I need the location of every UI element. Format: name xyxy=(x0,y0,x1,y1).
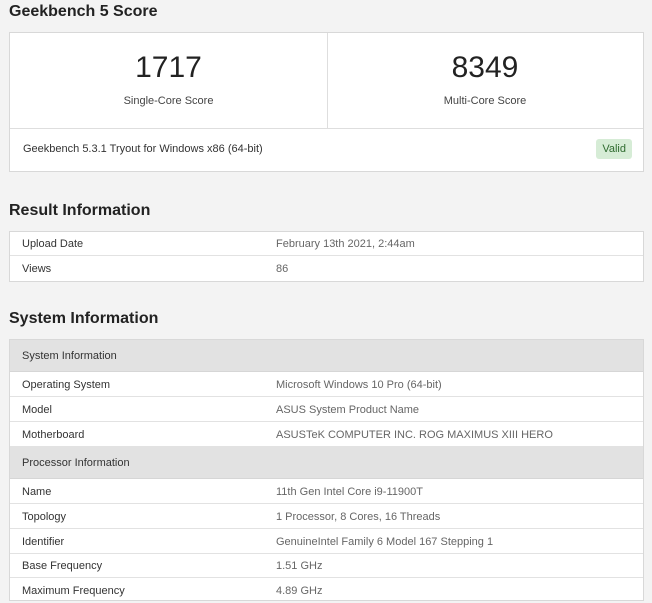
section-header-processor: Processor Information xyxy=(10,447,643,479)
row-value: 1 Processor, 8 Cores, 16 Threads xyxy=(276,511,441,523)
result-heading: Result Information xyxy=(9,202,151,219)
row-value: 11th Gen Intel Core i9-11900T xyxy=(276,486,423,498)
row-key: Maximum Frequency xyxy=(22,585,125,597)
row-key: Model xyxy=(22,404,52,416)
table-row: Name 11th Gen Intel Core i9-11900T xyxy=(10,480,643,504)
multi-core-cell: 8349 Multi-Core Score xyxy=(327,33,643,128)
table-row: Views 86 xyxy=(10,257,643,281)
system-table: System Information Operating System Micr… xyxy=(9,339,644,601)
row-value: GenuineIntel Family 6 Model 167 Stepping… xyxy=(276,536,494,548)
single-core-score: 1717 xyxy=(135,51,202,84)
row-value: ASUSTeK COMPUTER INC. ROG MAXIMUS XIII H… xyxy=(276,429,553,441)
multi-core-score: 8349 xyxy=(451,51,519,84)
valid-badge: Valid xyxy=(596,139,632,159)
table-row: Identifier GenuineIntel Family 6 Model 1… xyxy=(10,530,643,554)
table-row: Motherboard ASUSTeK COMPUTER INC. ROG MA… xyxy=(10,423,643,447)
table-row: Base Frequency 1.51 GHz xyxy=(10,554,643,578)
row-key: Base Frequency xyxy=(22,560,103,572)
row-value: ASUS System Product Name xyxy=(276,404,420,416)
score-row: 1717 Single-Core Score 8349 Multi-Core S… xyxy=(10,33,643,129)
section-title: Processor Information xyxy=(22,457,130,469)
table-row: Topology 1 Processor, 8 Cores, 16 Thread… xyxy=(10,505,643,529)
row-key: Views xyxy=(22,263,52,275)
system-heading: System Information xyxy=(9,310,159,327)
single-core-cell: 1717 Single-Core Score xyxy=(10,33,328,128)
table-row: Model ASUS System Product Name xyxy=(10,398,643,422)
table-row: Operating System Microsoft Windows 10 Pr… xyxy=(10,373,643,397)
section-title: System Information xyxy=(22,350,117,362)
table-row: Maximum Frequency 4.89 GHz xyxy=(10,579,643,603)
single-core-label: Single-Core Score xyxy=(123,95,214,107)
row-key: Topology xyxy=(22,511,67,523)
row-value: 1.51 GHz xyxy=(276,560,323,572)
row-value: 4.89 GHz xyxy=(276,585,323,597)
score-card: 1717 Single-Core Score 8349 Multi-Core S… xyxy=(9,32,644,172)
section-header-system: System Information xyxy=(10,340,643,372)
score-heading: Geekbench 5 Score xyxy=(9,3,158,20)
result-table: Upload Date February 13th 2021, 2:44am V… xyxy=(9,231,644,282)
row-key: Name xyxy=(22,486,52,498)
version-text: Geekbench 5.3.1 Tryout for Windows x86 (… xyxy=(23,143,263,155)
row-value: 86 xyxy=(276,263,289,275)
row-value: February 13th 2021, 2:44am xyxy=(276,238,415,250)
row-value: Microsoft Windows 10 Pro (64-bit) xyxy=(276,379,442,391)
row-key: Identifier xyxy=(22,536,65,548)
version-row: Geekbench 5.3.1 Tryout for Windows x86 (… xyxy=(10,129,643,172)
row-key: Motherboard xyxy=(22,429,85,441)
row-key: Upload Date xyxy=(22,238,84,250)
multi-core-label: Multi-Core Score xyxy=(443,95,527,107)
table-row: Upload Date February 13th 2021, 2:44am xyxy=(10,232,643,256)
row-key: Operating System xyxy=(22,379,111,391)
